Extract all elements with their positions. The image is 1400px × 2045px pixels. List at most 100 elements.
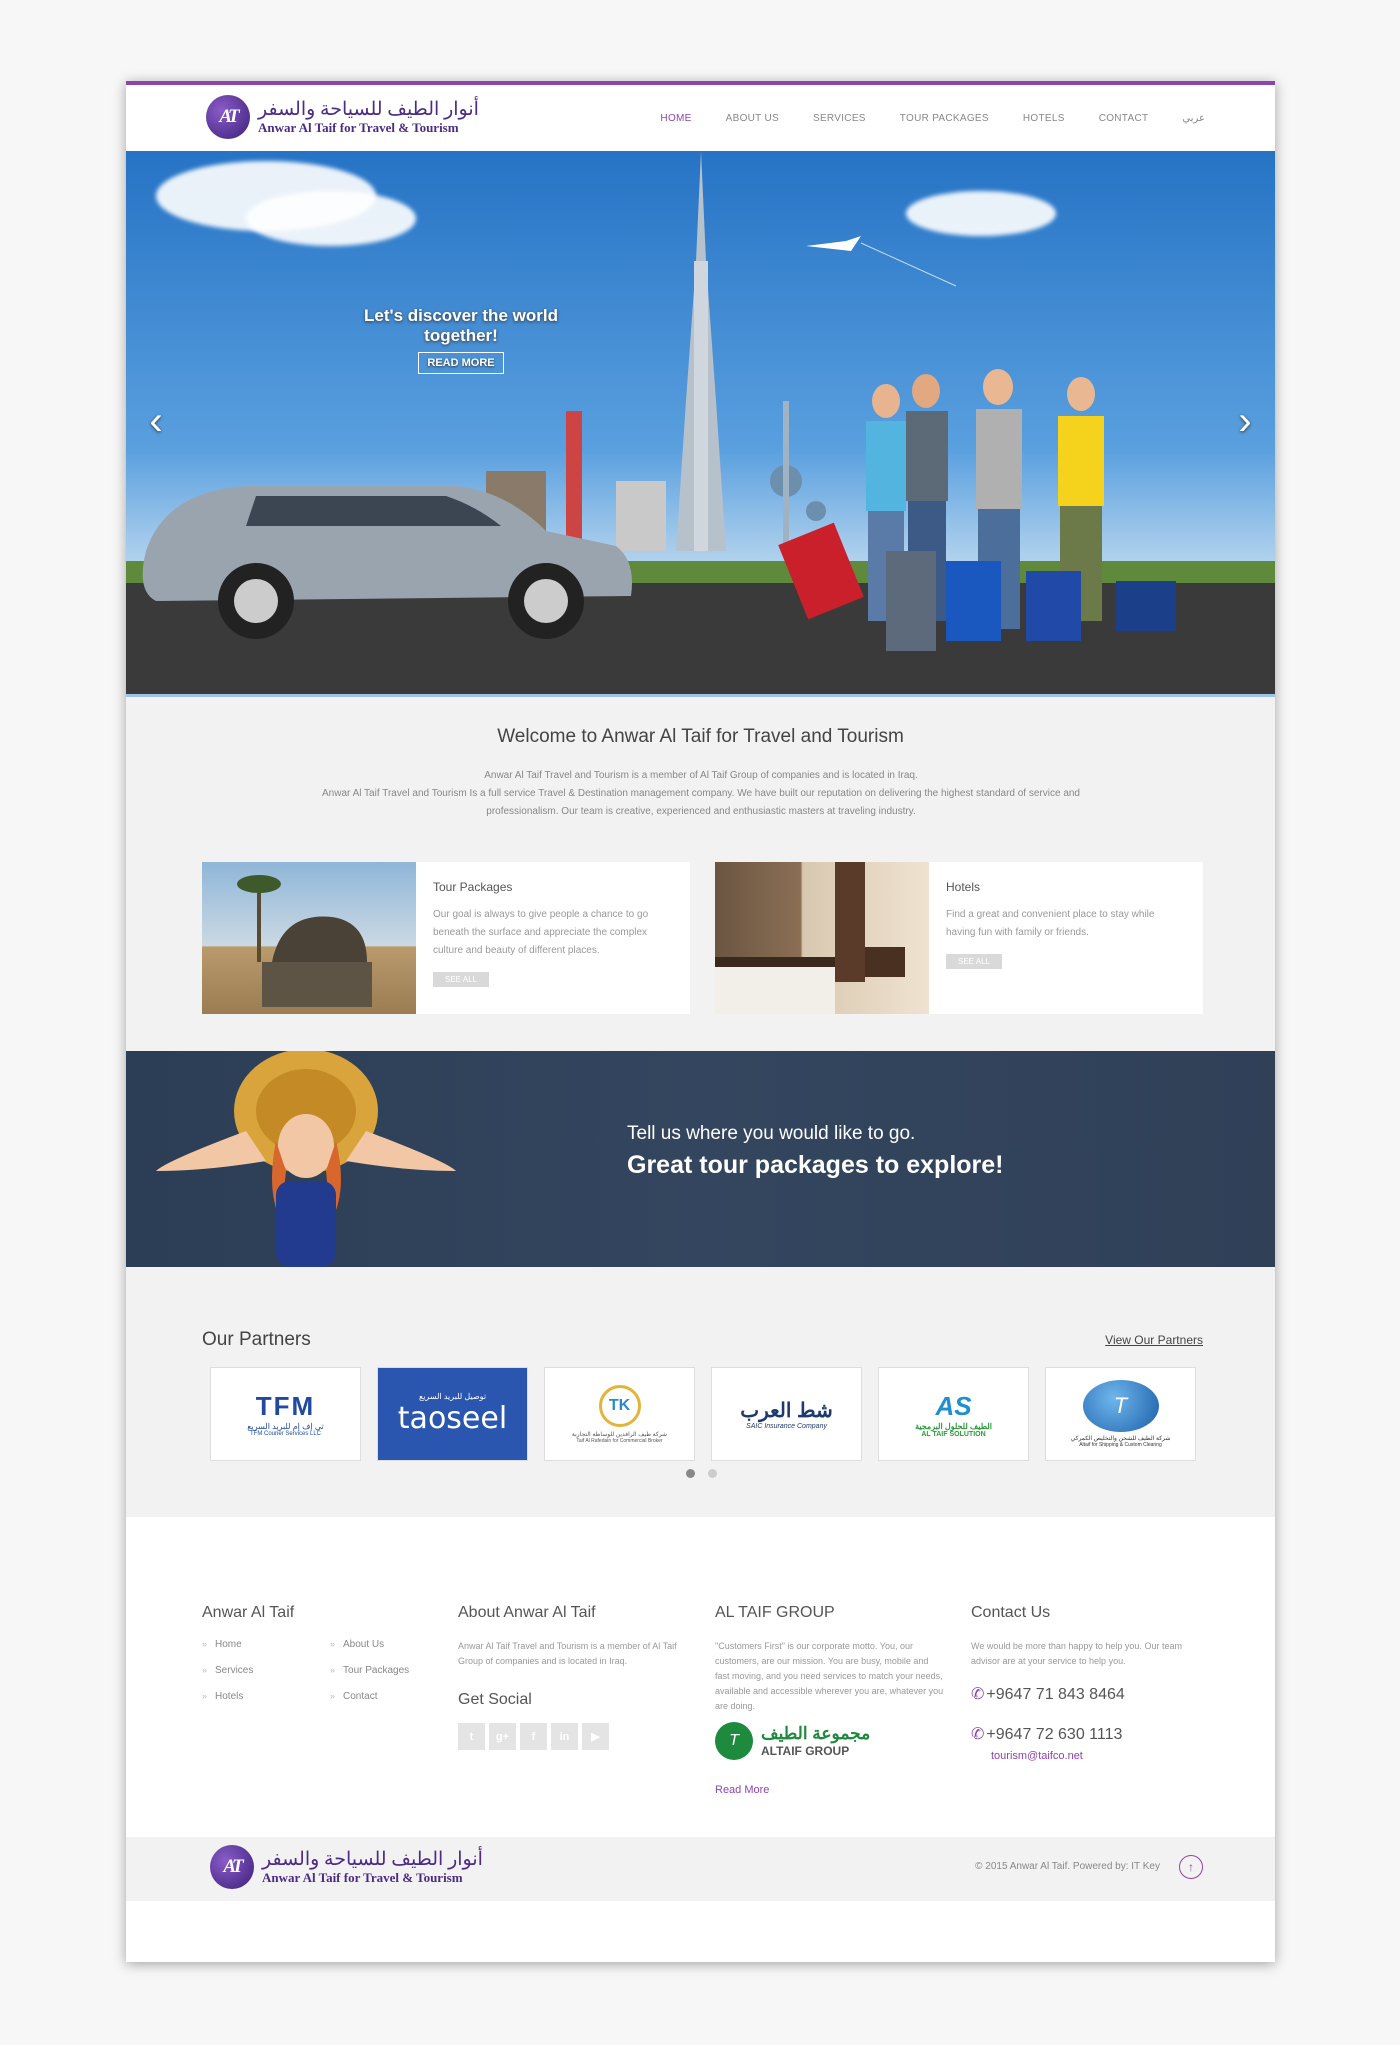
card-title: Hotels xyxy=(946,880,981,894)
woman-with-hat-image xyxy=(156,1051,456,1267)
card-body: Tour Packages Our goal is always to give… xyxy=(416,862,690,1014)
read-more-link[interactable]: Read More xyxy=(715,1784,945,1796)
footer-link-hotels[interactable]: Hotels xyxy=(202,1691,330,1702)
footer-col-about: About Anwar Al Taif Anwar Al Taif Travel… xyxy=(458,1604,688,1750)
google-plus-icon[interactable]: g+ xyxy=(489,1723,516,1750)
tour-packages-image xyxy=(202,862,416,1014)
welcome-title: Welcome to Anwar Al Taif for Travel and … xyxy=(497,726,904,747)
nav-tour-packages[interactable]: TOUR PACKAGES xyxy=(900,113,989,124)
footer-col-links: Anwar Al Taif Home About Us Services Tou… xyxy=(202,1604,458,1702)
partner-logo-name: T xyxy=(1082,1380,1159,1432)
partner-logo-sub-en: TFM Courier Services LLC xyxy=(249,1431,321,1437)
footer-link-services[interactable]: Services xyxy=(202,1665,330,1676)
site-footer: Anwar Al Taif Home About Us Services Tou… xyxy=(126,1517,1275,1901)
footer-title: About Anwar Al Taif xyxy=(458,1604,596,1621)
email-link[interactable]: tourism@taifco.net xyxy=(991,1750,1211,1762)
slider-prev-icon[interactable]: ‹ xyxy=(141,401,171,441)
get-social-title: Get Social xyxy=(458,1691,532,1708)
phone-icon: ✆ xyxy=(971,1726,985,1743)
partner-logo-sub-en: Taif Al Rafedain for Commercial Broker xyxy=(576,1437,663,1444)
partners-title: Our Partners xyxy=(202,1329,311,1350)
partner-logo-sub-ar: شركة الطيف للشحن والتخليص الكمركي xyxy=(1070,1436,1171,1442)
partner-logo-saic[interactable]: شط العرب SAIC Insurance Company xyxy=(711,1367,862,1461)
social-links: t g+ f in ▶ xyxy=(458,1723,688,1750)
phone-1[interactable]: ✆ +9647 71 843 8464 xyxy=(971,1684,1211,1704)
partner-logo-name: AS xyxy=(935,1390,972,1421)
partner-logo-name: شط العرب xyxy=(740,1400,833,1422)
nav-about[interactable]: ABOUT US xyxy=(726,113,779,124)
slider-next-icon[interactable]: › xyxy=(1230,401,1260,441)
scroll-to-top-icon[interactable]: ↑ xyxy=(1179,1855,1203,1879)
partner-logo-altaif-shipping[interactable]: T شركة الطيف للشحن والتخليص الكمركي Alta… xyxy=(1045,1367,1196,1461)
hero-illustration xyxy=(126,151,1275,694)
copyright-text: © 2015 Anwar Al Taif. Powered by: IT Key xyxy=(975,1861,1160,1872)
partner-logo-tfm[interactable]: TFM تي إف إم للبريد السريع TFM Courier S… xyxy=(210,1367,361,1461)
group-logo-text: مجموعة الطيف ALTAIF GROUP xyxy=(761,1724,870,1758)
partner-logo-sub-en: SAIC Insurance Company xyxy=(746,1423,827,1430)
phone-number: +9647 72 630 1113 xyxy=(986,1726,1123,1743)
footer-link-home[interactable]: Home xyxy=(202,1639,330,1650)
nav-hotels[interactable]: HOTELS xyxy=(1023,113,1065,124)
partner-logo-taif-rafedain[interactable]: TK شركة طيف الرافدين للوساطة التجارية Ta… xyxy=(544,1367,695,1461)
youtube-icon[interactable]: ▶ xyxy=(582,1723,609,1750)
altaif-group-logo: T مجموعة الطيف ALTAIF GROUP xyxy=(715,1722,945,1760)
read-more-button[interactable]: READ MORE xyxy=(418,352,504,374)
partner-logo-sub-ar: توصيل للبريد السريع xyxy=(418,1392,487,1401)
carousel-dot-1[interactable] xyxy=(686,1469,695,1478)
phone-2[interactable]: ✆ +9647 72 630 1113 xyxy=(971,1724,1211,1744)
carousel-dot-2[interactable] xyxy=(708,1469,717,1478)
logo-text: أنوار الطيف للسياحة والسفر Anwar Al Taif… xyxy=(262,1849,483,1885)
footer-title: AL TAIF GROUP xyxy=(715,1604,835,1621)
twitter-icon[interactable]: t xyxy=(458,1723,485,1750)
tour-packages-card: Tour Packages Our goal is always to give… xyxy=(202,862,690,1014)
card-title: Tour Packages xyxy=(433,880,513,894)
main-nav: HOME ABOUT US SERVICES TOUR PACKAGES HOT… xyxy=(626,85,1205,151)
partner-logos: TFM تي إف إم للبريد السريع TFM Courier S… xyxy=(210,1367,1212,1461)
page: AT أنوار الطيف للسياحة والسفر Anwar Al T… xyxy=(126,81,1275,1962)
footer-link-about[interactable]: About Us xyxy=(330,1639,458,1650)
view-partners-link[interactable]: View Our Partners xyxy=(1105,1333,1203,1347)
logo-mark: AT xyxy=(206,95,250,139)
facebook-icon[interactable]: f xyxy=(520,1723,547,1750)
promo-banner: Tell us where you would like to go. Grea… xyxy=(126,1051,1275,1267)
partner-logo-sub-ar: تي إف إم للبريد السريع xyxy=(247,1422,324,1431)
partner-logo-taoseel[interactable]: توصيل للبريد السريع taoseel xyxy=(377,1367,528,1461)
card-description: Find a great and convenient place to sta… xyxy=(946,909,1155,938)
site-logo[interactable]: AT أنوار الطيف للسياحة والسفر Anwar Al T… xyxy=(206,95,479,139)
see-all-button[interactable]: SEE ALL xyxy=(946,954,1003,969)
footer-link-contact[interactable]: Contact xyxy=(330,1691,458,1702)
partner-logo-name: TK xyxy=(598,1384,641,1427)
contact-text: We would be more than happy to help you.… xyxy=(971,1641,1182,1666)
logo-arabic: أنوار الطيف للسياحة والسفر xyxy=(258,99,479,120)
site-header: AT أنوار الطيف للسياحة والسفر Anwar Al T… xyxy=(126,85,1275,151)
footer-about-text: Anwar Al Taif Travel and Tourism is a me… xyxy=(458,1641,677,1666)
nav-contact[interactable]: CONTACT xyxy=(1099,113,1149,124)
group-logo-arabic: مجموعة الطيف xyxy=(761,1724,871,1743)
welcome-text: Anwar Al Taif Travel and Tourism is a me… xyxy=(316,767,1086,821)
partner-logo-name: TFM xyxy=(255,1391,316,1421)
footer-logo[interactable]: AT أنوار الطيف للسياحة والسفر Anwar Al T… xyxy=(210,1845,483,1889)
group-logo-icon: T xyxy=(715,1722,753,1760)
card-description: Our goal is always to give people a chan… xyxy=(433,909,649,956)
partner-logo-altaif-solution[interactable]: AS الطيف للحلول البرمجية AL TAIF SOLUTIO… xyxy=(878,1367,1029,1461)
logo-text: أنوار الطيف للسياحة والسفر Anwar Al Taif… xyxy=(258,99,479,135)
linkedin-icon[interactable]: in xyxy=(551,1723,578,1750)
partner-logo-sub-en: AL TAIF SOLUTION xyxy=(921,1430,986,1438)
footer-link-tour-packages[interactable]: Tour Packages xyxy=(330,1665,458,1676)
hotels-image xyxy=(715,862,929,1014)
logo-mark: AT xyxy=(210,1845,254,1889)
banner-subtitle: Tell us where you would like to go. xyxy=(627,1123,916,1144)
see-all-button[interactable]: SEE ALL xyxy=(433,972,490,987)
lion-statue-image xyxy=(237,875,372,1007)
partner-logo-sub-en: Altaif for Shipping & Custom Clearing xyxy=(1079,1442,1162,1448)
partner-logo-sub-ar: شركة طيف الرافدين للوساطة التجارية xyxy=(571,1431,668,1438)
group-logo-english: ALTAIF GROUP xyxy=(761,1744,850,1758)
nav-arabic[interactable]: عربي xyxy=(1182,113,1205,124)
hero-heading: Let's discover the world together! xyxy=(364,306,558,345)
nav-home[interactable]: HOME xyxy=(660,113,691,124)
carousel-dots xyxy=(686,1469,730,1478)
phone-icon: ✆ xyxy=(971,1686,985,1703)
hero-caption: Let's discover the world together! READ … xyxy=(341,306,581,374)
welcome-section: Welcome to Anwar Al Taif for Travel and … xyxy=(126,697,1275,1051)
nav-services[interactable]: SERVICES xyxy=(813,113,866,124)
